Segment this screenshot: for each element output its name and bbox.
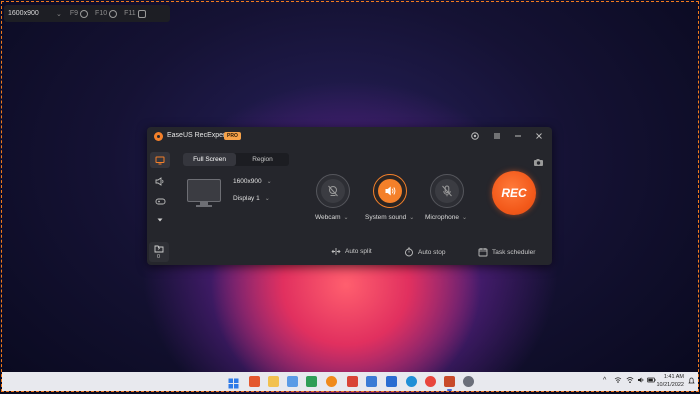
chevron-down-icon[interactable]: ⌄ [56, 10, 62, 18]
microphone-off-icon [435, 179, 459, 203]
recexperts-taskbar-icon[interactable] [444, 376, 455, 391]
chevron-down-icon: ⌄ [343, 215, 349, 221]
audio-mode-icon[interactable] [150, 173, 170, 189]
task-scheduler-button[interactable]: Task scheduler [478, 247, 535, 257]
auto-stop-button[interactable]: Auto stop [404, 247, 445, 257]
search-icon[interactable] [326, 376, 337, 387]
auto-split-button[interactable]: Auto split [331, 247, 372, 256]
edge-browser-icon[interactable] [406, 376, 417, 387]
windows-start-icon[interactable] [228, 376, 239, 389]
webcam-toggle[interactable] [316, 174, 350, 208]
app-logo [154, 132, 163, 141]
resolution-dropdown[interactable]: 1600x900 ⌄ [233, 178, 272, 185]
notes-app-icon[interactable] [386, 376, 397, 387]
system-sound-toggle[interactable] [373, 174, 407, 208]
rec-button[interactable]: REC [492, 171, 536, 215]
notification-icon[interactable] [688, 377, 695, 387]
chevron-down-icon: ⌄ [264, 196, 270, 202]
display-dropdown[interactable]: Display 1 ⌄ [233, 195, 270, 202]
auto-stop-label: Auto stop [418, 248, 446, 256]
calculator-icon[interactable] [366, 376, 377, 387]
file-count: 0 [157, 254, 161, 260]
media-app-icon[interactable] [347, 376, 358, 387]
pause-icon[interactable] [109, 9, 118, 18]
auto-split-label: Auto split [345, 248, 372, 255]
more-modes-icon[interactable] [150, 212, 170, 228]
tab-full-screen[interactable]: Full Screen [183, 153, 236, 166]
task-scheduler-label: Task scheduler [492, 248, 536, 256]
resolution-value: 1600x900 [233, 178, 262, 185]
stopwatch-icon [405, 247, 413, 257]
file-explorer-icon[interactable] [268, 376, 279, 387]
webcam-dropdown[interactable]: Webcam ⌄ [315, 214, 349, 221]
network-icon[interactable] [614, 376, 622, 386]
taskbar: ^ 1:41 AM 10/21/2022 [2, 372, 698, 391]
camera-icon[interactable] [137, 9, 146, 18]
microphone-dropdown[interactable]: Microphone ⌄ [425, 214, 467, 221]
clock-date[interactable]: 10/21/2022 [654, 382, 684, 388]
pro-badge: PRO [224, 132, 241, 140]
auto-split-icon [331, 248, 341, 255]
display-preview [187, 179, 221, 202]
brave-browser-icon[interactable] [249, 376, 260, 387]
region-toolbar: 1600x900 ⌄ F9 F10 F11 [4, 5, 170, 22]
hotkey-label: F9 [69, 10, 79, 17]
recexperts-window: EaseUS RecExperts PRO 0 Full Screen Regi… [147, 127, 552, 265]
hotkey-label: F11 [124, 10, 136, 17]
chevron-up-icon[interactable]: ^ [603, 377, 606, 384]
system-sound-dropdown[interactable]: System sound ⌄ [365, 214, 414, 221]
hotkey-label: F10 [95, 10, 108, 17]
capture-tabs: Full Screen Region [183, 153, 289, 166]
spreadsheet-icon[interactable] [306, 376, 317, 387]
tab-region[interactable]: Region [236, 153, 289, 166]
wifi-icon[interactable] [626, 376, 634, 386]
calendar-icon [478, 248, 488, 257]
screen-mode-icon[interactable] [150, 152, 170, 168]
microphone-toggle[interactable] [430, 174, 464, 208]
game-mode-icon[interactable] [150, 193, 170, 209]
system-sound-label: System sound [365, 214, 407, 221]
document-icon[interactable] [287, 376, 298, 387]
microphone-label: Microphone [425, 214, 459, 221]
screenshot-icon[interactable] [533, 154, 544, 172]
region-resolution[interactable]: 1600x900 [8, 10, 56, 17]
settings-icon[interactable] [470, 131, 480, 141]
chevron-down-icon: ⌄ [266, 179, 272, 185]
settings-icon[interactable] [463, 376, 474, 387]
minimize-icon[interactable] [513, 131, 523, 141]
title-bar: EaseUS RecExperts PRO [147, 127, 552, 145]
display-value: Display 1 [233, 195, 260, 202]
close-icon[interactable] [534, 131, 544, 141]
webcam-off-icon [321, 179, 345, 203]
display-preview-base [196, 205, 212, 207]
clock-time[interactable]: 1:41 AM [658, 374, 684, 380]
folder-icon [154, 245, 164, 253]
speaker-icon [378, 179, 402, 203]
volume-icon[interactable] [637, 376, 645, 386]
chevron-down-icon: ⌄ [461, 215, 467, 221]
chevron-down-icon: ⌄ [409, 215, 415, 221]
webcam-label: Webcam [315, 214, 341, 221]
record-icon[interactable] [80, 9, 89, 18]
chrome-browser-icon[interactable] [425, 376, 436, 387]
app-title: EaseUS RecExperts [167, 132, 231, 139]
recordings-folder-button[interactable]: 0 [149, 242, 169, 262]
menu-icon[interactable] [492, 131, 502, 141]
